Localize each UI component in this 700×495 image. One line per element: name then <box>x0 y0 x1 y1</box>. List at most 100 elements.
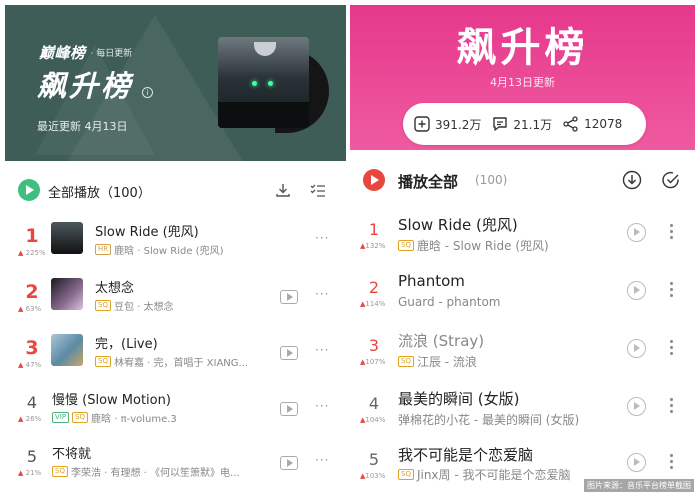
right-chart-panel: 飙升榜 4月13日更新 391.2万 21.1万 12078 播放全部 (100… <box>350 5 695 490</box>
cover-light <box>252 81 257 86</box>
song-artist: SQ 江辰 - 流浪 <box>398 353 477 370</box>
share-icon <box>563 116 578 132</box>
brand-logo: 巅峰榜 <box>39 44 86 62</box>
chart-title: 飙升榜 <box>37 69 134 103</box>
play-all-icon[interactable] <box>18 179 40 201</box>
album-cover <box>51 278 83 310</box>
rank-change: ▲103% <box>360 472 386 480</box>
more-options-icon[interactable] <box>670 282 673 300</box>
rank-change: ▲ 225% <box>18 249 46 257</box>
more-options-icon[interactable]: ··· <box>315 287 329 301</box>
cover-road <box>218 102 309 128</box>
left-toolbar: 全部播放（100） <box>5 161 346 209</box>
song-title: 最美的瞬间 (女版) <box>398 390 520 408</box>
song-row[interactable]: 1 ▲ 225% Slow Ride (兜风) HR 鹿晗 · Slow Ride… <box>5 217 346 273</box>
play-all-button[interactable]: 全部播放（100） <box>48 182 151 201</box>
song-row[interactable]: 3 ▲ 47% 完，(Live) SQ 林宥嘉 · 完，首唱于 XIANG... … <box>5 329 346 385</box>
cover-moon <box>254 42 276 56</box>
play-mv-icon[interactable] <box>280 456 298 470</box>
download-icon[interactable] <box>275 182 291 198</box>
song-title: Phantom <box>398 272 465 290</box>
download-icon[interactable] <box>622 170 642 190</box>
song-row[interactable]: 5 ▲ 21% 不将就 SQ 李荣浩 · 有理想 · 《何以笙箫默》电... ··… <box>5 441 346 490</box>
play-mv-icon[interactable] <box>280 402 298 416</box>
cover-light <box>268 81 273 86</box>
more-options-icon[interactable] <box>670 224 673 242</box>
play-mv-icon[interactable] <box>280 290 298 304</box>
rank-change: ▲ 47% <box>18 361 42 369</box>
play-icon[interactable] <box>627 281 646 300</box>
song-row[interactable]: 2 ▲ 63% 太想念 SQ 豆包 · 太想念 ··· <box>5 273 346 329</box>
comment-count[interactable]: 21.1万 <box>491 115 552 133</box>
song-artist: 弹棉花的小花 - 最美的瞬间 (女版) <box>398 413 580 427</box>
song-title: Slow Ride (兜风) <box>95 225 199 240</box>
song-title: 太想念 <box>95 281 135 296</box>
more-options-icon[interactable]: ··· <box>315 343 329 357</box>
screenshot-stage: 巅峰榜 · 每日更新 飙升榜 i 最近更新 4月13日 全部播放（100） 1 … <box>0 0 700 495</box>
song-artist: SQ Jinx周 - 我不可能是个恋爱脑 <box>398 466 571 483</box>
comment-icon <box>493 117 508 131</box>
album-cover <box>51 222 83 254</box>
song-artist: Guard - phantom <box>398 295 501 309</box>
add-favorite-icon <box>414 116 430 132</box>
more-options-icon[interactable] <box>670 340 673 358</box>
rank-change: ▲107% <box>360 358 386 366</box>
brand-row: 巅峰榜 · 每日更新 <box>39 42 132 63</box>
rank-number: 2 <box>368 278 380 297</box>
rank-number: 1 <box>368 220 380 239</box>
song-artist: VIP SQ 鹿晗 · π-volume.3 <box>52 410 177 425</box>
chart-cover-image <box>218 37 309 128</box>
chart-title: 飙升榜 <box>456 25 589 71</box>
rank-number: 5 <box>26 447 38 466</box>
rank-number: 4 <box>368 394 380 413</box>
song-row[interactable]: 3 ▲107% 流浪 (Stray) SQ 江辰 - 流浪 <box>350 323 695 381</box>
play-all-button[interactable]: 播放全部 <box>398 171 458 192</box>
rank-change: ▲ 63% <box>18 305 42 313</box>
share-count[interactable]: 12078 <box>562 115 622 133</box>
update-date: 最近更新 4月13日 <box>37 120 128 133</box>
song-artist: HR 鹿晗 · Slow Ride (兜风) <box>95 242 224 257</box>
more-options-icon[interactable]: ··· <box>315 231 329 245</box>
rank-change: ▲132% <box>360 242 386 250</box>
rank-number: 5 <box>368 450 380 469</box>
right-toolbar: 播放全部 (100) <box>350 161 695 203</box>
info-icon[interactable]: i <box>142 87 153 98</box>
more-options-icon[interactable] <box>670 454 673 472</box>
more-options-icon[interactable] <box>670 398 673 416</box>
song-title: 慢慢 (Slow Motion) <box>52 393 171 408</box>
play-icon[interactable] <box>627 453 646 472</box>
favorite-count[interactable]: 391.2万 <box>413 115 481 133</box>
rank-number: 1 <box>25 225 39 247</box>
rank-change: ▲ 26% <box>18 415 42 423</box>
multi-select-icon[interactable] <box>310 182 326 198</box>
song-count: (100) <box>475 173 508 187</box>
album-cover <box>51 334 83 366</box>
more-options-icon[interactable]: ··· <box>315 399 329 413</box>
play-icon[interactable] <box>627 223 646 242</box>
rank-number: 2 <box>25 281 39 303</box>
play-mv-icon[interactable] <box>280 346 298 360</box>
left-chart-panel: 巅峰榜 · 每日更新 飙升榜 i 最近更新 4月13日 全部播放（100） 1 … <box>5 5 346 490</box>
update-date: 4月13日更新 <box>490 76 555 89</box>
song-title: 流浪 (Stray) <box>398 332 485 350</box>
song-row[interactable]: 4 ▲ 26% 慢慢 (Slow Motion) VIP SQ 鹿晗 · π-vol… <box>5 385 346 441</box>
stats-bar: 391.2万 21.1万 12078 <box>403 103 646 145</box>
song-row[interactable]: 2 ▲114% Phantom Guard - phantom <box>350 265 695 323</box>
song-artist: SQ 林宥嘉 · 完，首唱于 XIANG... <box>95 354 248 369</box>
more-options-icon[interactable]: ··· <box>315 453 329 467</box>
song-artist: SQ 鹿晗 - Slow Ride (兜风) <box>398 237 549 254</box>
play-all-icon[interactable] <box>363 169 385 191</box>
rank-number: 3 <box>25 337 39 359</box>
song-row[interactable]: 1 ▲132% Slow Ride (兜风) SQ 鹿晗 - Slow Ride … <box>350 207 695 265</box>
left-chart-header: 巅峰榜 · 每日更新 飙升榜 i 最近更新 4月13日 <box>5 5 346 161</box>
song-row[interactable]: 4 ▲104% 最美的瞬间 (女版) 弹棉花的小花 - 最美的瞬间 (女版) <box>350 381 695 439</box>
play-icon[interactable] <box>627 339 646 358</box>
play-icon[interactable] <box>627 397 646 416</box>
rank-change: ▲104% <box>360 416 386 424</box>
multi-select-icon[interactable] <box>661 170 681 190</box>
rank-number: 4 <box>26 393 38 412</box>
rank-number: 3 <box>368 336 380 355</box>
song-title: Slow Ride (兜风) <box>398 216 518 234</box>
right-chart-header: 飙升榜 4月13日更新 391.2万 21.1万 12078 <box>350 5 695 150</box>
song-title: 我不可能是个恋爱脑 <box>398 446 534 464</box>
